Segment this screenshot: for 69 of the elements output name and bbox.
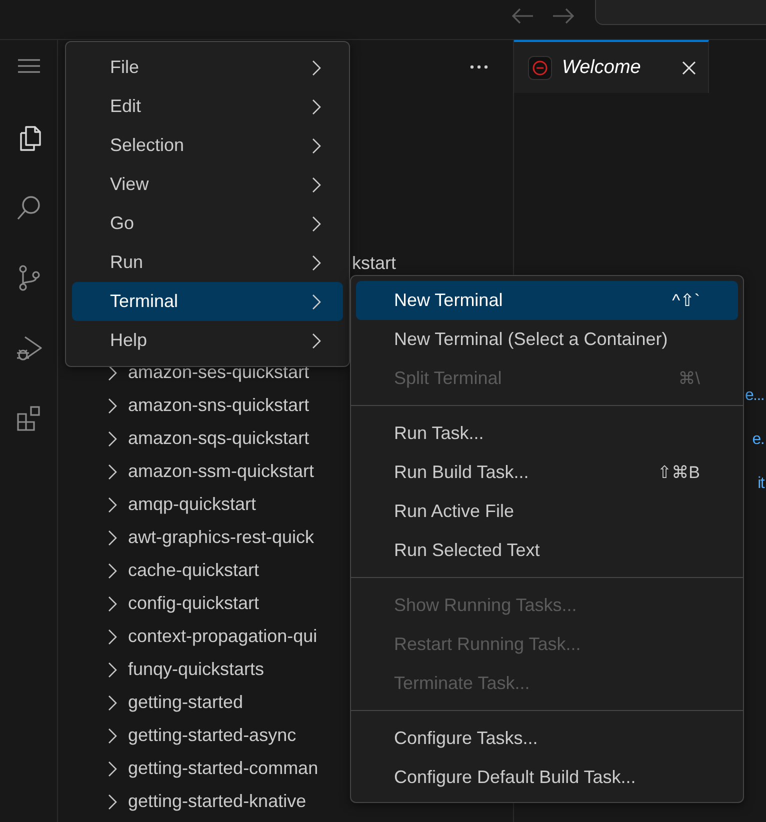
link[interactable]: e... [744, 385, 764, 407]
menu-item[interactable]: Go [72, 204, 343, 243]
folder-name[interactable]: amazon-sqs-quickstart [128, 428, 310, 449]
folder-name[interactable]: getting-started-comman [128, 758, 318, 779]
folder-name[interactable]: context-propagation-qui [128, 626, 318, 647]
folder-name[interactable]: amazon-sns-quickstart [128, 395, 310, 416]
menu-item[interactable]: View [72, 165, 343, 204]
tab-title: Welcome [562, 56, 642, 78]
more-actions-icon[interactable] [470, 64, 488, 68]
chevron-right-icon[interactable] [108, 628, 117, 644]
chevron-right-icon[interactable] [108, 728, 117, 744]
chevron-right-icon[interactable] [108, 464, 117, 480]
chevron-right-icon [312, 98, 321, 114]
app-logo-icon [528, 56, 552, 80]
folder-name[interactable]: funqy-quickstarts [128, 659, 264, 680]
run-debug-icon[interactable] [16, 335, 42, 362]
menu-item[interactable]: Run Task... [356, 414, 738, 453]
chevron-right-icon[interactable] [108, 562, 117, 578]
menu-item[interactable]: Run [72, 243, 343, 282]
editor-tab[interactable]: Welcome [514, 40, 709, 93]
chevron-right-icon [312, 294, 321, 310]
chevron-right-icon [312, 332, 321, 348]
forward-arrow-icon[interactable] [552, 8, 574, 24]
chevron-right-icon[interactable] [108, 760, 117, 776]
menu-item[interactable]: Edit [72, 87, 343, 126]
chevron-right-icon [312, 216, 321, 232]
folder-name[interactable]: config-quickstart [128, 593, 260, 614]
menu-item[interactable]: New Terminal (Select a Container) [356, 320, 738, 359]
shortcut-text: ⌘\ [678, 368, 700, 388]
chevron-right-icon[interactable] [108, 694, 117, 710]
menu-item[interactable]: New Terminal ^⇧` [356, 281, 738, 320]
chevron-right-icon[interactable] [108, 364, 117, 380]
extensions-icon[interactable] [16, 405, 42, 432]
back-arrow-icon[interactable] [512, 8, 534, 24]
folder-name[interactable]: kstart [352, 253, 396, 273]
folder-name[interactable]: getting-started [128, 692, 244, 713]
chevron-right-icon [312, 176, 321, 192]
chevron-right-icon [312, 254, 321, 270]
shortcut-text: ^⇧` [672, 290, 700, 310]
menu-item[interactable]: Run Selected Text [356, 531, 738, 570]
menu-item[interactable]: File [72, 48, 343, 87]
chevron-right-icon[interactable] [108, 662, 117, 678]
menu-item[interactable]: Selection [72, 126, 343, 165]
search-icon[interactable] [16, 195, 42, 222]
command-center-field[interactable] [595, 0, 766, 25]
menu-item[interactable]: Run Active File [356, 492, 738, 531]
chevron-right-icon[interactable] [108, 496, 117, 512]
link[interactable]: e. [752, 429, 764, 451]
folder-name[interactable]: getting-started-knative [128, 791, 306, 812]
chevron-right-icon [312, 138, 321, 154]
link[interactable]: it [758, 473, 764, 495]
folder-name[interactable]: cache-quickstart [128, 560, 260, 581]
close-icon[interactable] [682, 60, 696, 74]
folder-name[interactable]: getting-started-async [128, 725, 296, 746]
menu-item[interactable]: Terminal [72, 282, 343, 321]
chevron-right-icon [312, 60, 321, 76]
menu-item[interactable]: Configure Tasks... [356, 719, 738, 758]
menu-item[interactable]: Run Build Task... ⇧⌘B [356, 453, 738, 492]
folder-name[interactable]: amazon-ssm-quickstart [128, 461, 314, 482]
folder-name[interactable]: awt-graphics-rest-quick [128, 527, 314, 548]
chevron-right-icon[interactable] [108, 794, 117, 810]
shortcut-text: ⇧⌘B [657, 462, 700, 482]
chevron-right-icon[interactable] [108, 430, 117, 446]
chevron-right-icon[interactable] [108, 398, 117, 414]
menu-item[interactable]: Help [72, 321, 343, 360]
chevron-right-icon[interactable] [108, 596, 117, 612]
folder-name[interactable]: amqp-quickstart [128, 494, 256, 515]
chevron-right-icon[interactable] [108, 530, 117, 546]
menu-item[interactable]: Configure Default Build Task... [356, 758, 738, 797]
